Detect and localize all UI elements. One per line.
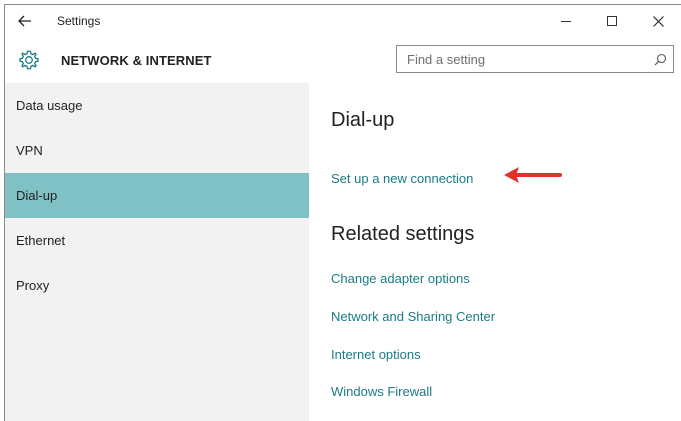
maximize-icon [607, 16, 617, 26]
sidebar-item-label: VPN [16, 143, 43, 158]
search-icon[interactable] [647, 46, 673, 72]
window-title: Settings [57, 14, 101, 28]
minimize-button[interactable] [543, 5, 589, 37]
sidebar-item-label: Proxy [16, 278, 50, 293]
window-controls [543, 5, 681, 37]
sidebar: Data usage VPN Dial-up Ethernet Proxy [5, 83, 309, 421]
sidebar-item-label: Ethernet [16, 233, 66, 248]
page-header: NETWORK & INTERNET [5, 37, 681, 83]
close-button[interactable] [635, 5, 681, 37]
sidebar-item-label: Data usage [16, 98, 83, 113]
sidebar-item-ethernet[interactable]: Ethernet [5, 218, 309, 263]
title-bar: Settings [5, 5, 681, 37]
search-input[interactable] [397, 46, 647, 72]
related-settings-heading: Related settings [331, 223, 475, 245]
sidebar-item-data-usage[interactable]: Data usage [5, 83, 309, 128]
maximize-button[interactable] [589, 5, 635, 37]
search-box[interactable] [396, 45, 674, 73]
back-arrow-icon [18, 15, 31, 27]
minimize-icon [561, 20, 571, 22]
red-arrow-icon [504, 167, 562, 183]
setup-new-connection-link[interactable]: Set up a new connection [331, 171, 473, 186]
sidebar-item-vpn[interactable]: VPN [5, 128, 309, 173]
network-sharing-center-link[interactable]: Network and Sharing Center [331, 309, 495, 324]
back-button[interactable] [5, 5, 45, 37]
sidebar-item-dial-up[interactable]: Dial-up [5, 173, 309, 218]
close-icon [652, 15, 664, 27]
change-adapter-options-link[interactable]: Change adapter options [331, 271, 470, 286]
sidebar-item-label: Dial-up [16, 188, 58, 203]
internet-options-link[interactable]: Internet options [331, 347, 421, 362]
settings-window: Settings NETWORK & INTERNET Find a setti… [4, 4, 681, 421]
gear-icon [19, 50, 39, 70]
section-title: NETWORK & INTERNET [61, 52, 212, 68]
sidebar-item-proxy[interactable]: Proxy [5, 263, 309, 308]
windows-firewall-link[interactable]: Windows Firewall [331, 384, 432, 399]
page-heading: Dial-up [331, 109, 395, 131]
